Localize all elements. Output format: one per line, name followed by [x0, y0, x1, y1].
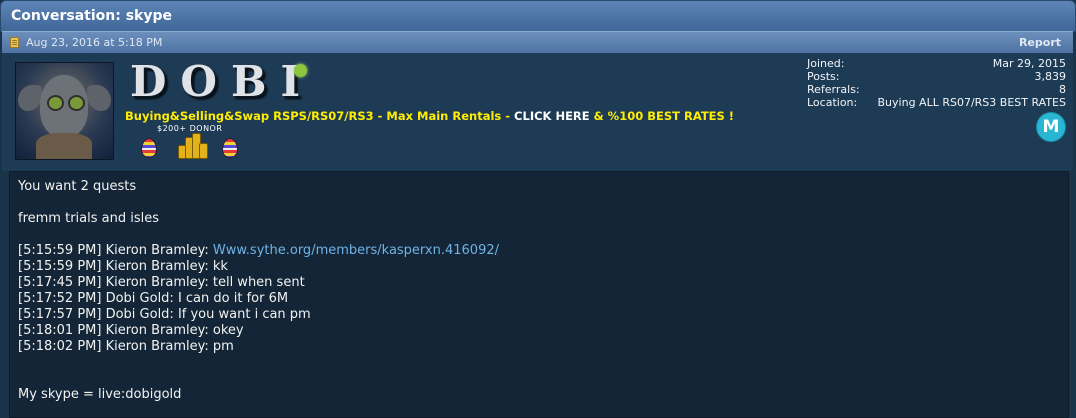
message-line: [5:17:57 PM] Dobi Gold: If you want i ca… [18, 307, 311, 322]
user-info-panel: DOBI Buying&Selling&Swap RSPS/RS07/RS3 -… [2, 53, 1073, 171]
message-line: You want 2 quests [18, 179, 137, 194]
avatar-ear-left [18, 85, 42, 111]
user-signature: Buying&Selling&Swap RSPS/RS07/RS3 - Max … [125, 109, 734, 123]
stat-label: Location: [807, 96, 858, 109]
avatar-eye-left [47, 95, 64, 111]
report-link[interactable]: Report [1019, 36, 1061, 49]
easter-egg-icon [222, 138, 238, 158]
page-title: Conversation: skype [11, 8, 172, 24]
signature-text-1: Buying&Selling&Swap RSPS/RS07/RS3 - Max … [125, 109, 515, 123]
stat-value: 8 [1059, 83, 1066, 96]
stat-value: Buying ALL RS07/RS3 BEST RATES [877, 96, 1066, 109]
message-line-text: [5:15:59 PM] Kieron Bramley: [18, 243, 213, 258]
stat-location: Location: Buying ALL RS07/RS3 BEST RATES [807, 96, 1067, 109]
message-line: [5:18:01 PM] Kieron Bramley: okey [18, 323, 244, 338]
message-body: You want 2 quests fremm trials and isles… [9, 171, 1069, 418]
avatar-ear-right [87, 85, 111, 111]
username-logo[interactable]: DOBI [130, 57, 314, 106]
avatar[interactable] [15, 62, 114, 160]
member-badge-icon: M [1036, 112, 1066, 142]
message-line: fremm trials and isles [18, 211, 159, 226]
message-line: [5:17:52 PM] Dobi Gold: I can do it for … [18, 291, 289, 306]
message-line: [5:17:45 PM] Kieron Bramley: tell when s… [18, 275, 305, 290]
stat-label: Referrals: [807, 83, 860, 96]
post-date: Aug 23, 2016 at 5:18 PM [26, 36, 163, 49]
document-icon [10, 37, 19, 48]
message-line: My skype = live:dobigold [18, 387, 182, 402]
profile-link[interactable]: Www.sythe.org/members/kasperxn.416092/ [213, 243, 499, 258]
gold-coins-icon [176, 133, 208, 159]
stat-label: Posts: [807, 70, 840, 83]
message-line: [5:18:02 PM] Kieron Bramley: pm [18, 339, 234, 354]
stat-posts: Posts: 3,839 [807, 70, 1067, 83]
message-line: [5:15:59 PM] Kieron Bramley: Www.sythe.o… [18, 243, 499, 258]
avatar-eye-right [68, 95, 85, 111]
message-line: [5:15:59 PM] Kieron Bramley: kk [18, 259, 228, 274]
conversation-title-bar: Conversation: skype [0, 0, 1076, 32]
post-header-bar: Aug 23, 2016 at 5:18 PM Report [2, 31, 1073, 53]
user-stats: Joined: Mar 29, 2015 Posts: 3,839 Referr… [807, 57, 1067, 109]
stat-value: Mar 29, 2015 [992, 57, 1066, 70]
signature-text-2: & %100 BEST RATES ! [589, 109, 735, 123]
online-status-icon [294, 64, 307, 77]
signature-link[interactable]: CLICK HERE [514, 109, 590, 123]
stat-value[interactable]: 3,839 [1035, 70, 1067, 83]
avatar-body [36, 133, 92, 159]
stat-referrals: Referrals: 8 [807, 83, 1067, 96]
donor-label: $200+ DONOR [157, 124, 223, 133]
stat-label: Joined: [807, 57, 845, 70]
stat-joined: Joined: Mar 29, 2015 [807, 57, 1067, 70]
easter-egg-icon [141, 138, 157, 158]
